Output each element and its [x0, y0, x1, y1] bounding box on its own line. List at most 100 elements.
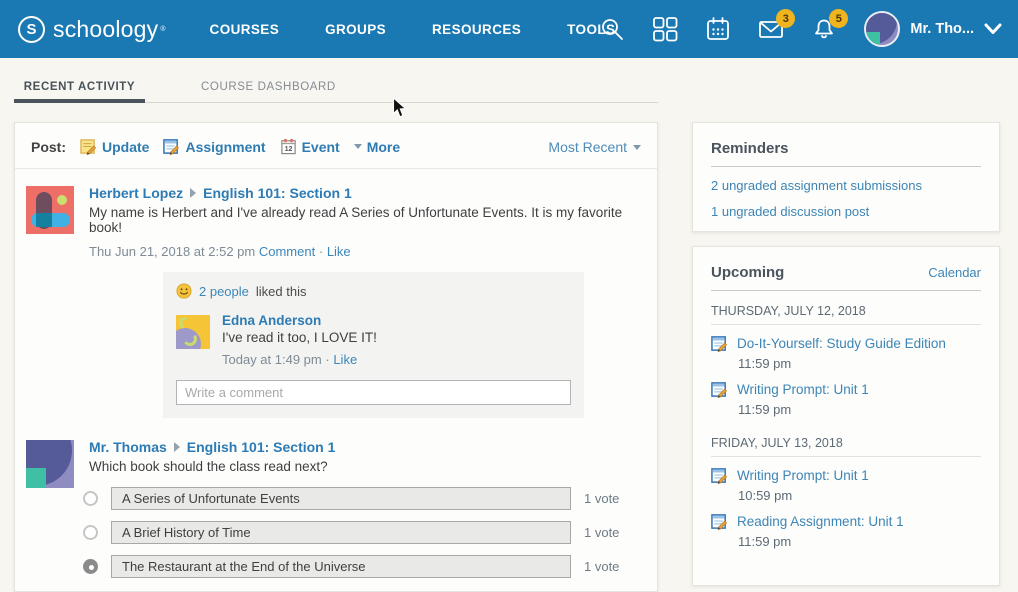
schoology-s-icon: S — [18, 16, 45, 43]
nav-item-courses[interactable]: COURSES — [210, 22, 280, 37]
write-comment-input[interactable] — [176, 380, 571, 405]
date-header: FRIDAY, JULY 13, 2018 — [711, 423, 981, 457]
poll-question: Which book should the class read next? — [89, 459, 641, 474]
post-label: Post: — [31, 139, 66, 155]
user-avatar — [864, 11, 900, 47]
post-composer: Post: Update Assignment — [15, 123, 657, 169]
top-navigation-bar: S schoology ® COURSES GROUPS RESOURCES T… — [0, 0, 1018, 58]
avatar-mr-thomas[interactable] — [26, 440, 74, 488]
reminders-title: Reminders — [711, 140, 789, 157]
logo-registered-mark: ® — [160, 26, 165, 33]
poll-option-bar[interactable]: A Brief History of Time — [111, 521, 571, 544]
comment-timestamp: Today at 1:49 pm — [222, 352, 322, 367]
calendar-icon[interactable] — [705, 16, 731, 42]
schoology-logo[interactable]: S schoology ® — [18, 16, 166, 43]
liked-row: 2 people liked this — [176, 283, 571, 299]
ungraded-discussion-link[interactable]: 1 ungraded discussion post — [711, 204, 981, 219]
avatar-herbert-lopez[interactable] — [26, 186, 74, 234]
course-link[interactable]: English 101: Section 1 — [203, 185, 352, 201]
upcoming-assignment-link[interactable]: Writing Prompt: Unit 1 — [737, 382, 869, 397]
comment-meta: Today at 1:49 pm · Like — [222, 352, 571, 367]
tab-course-dashboard[interactable]: COURSE DASHBOARD — [173, 58, 364, 103]
post-update-label: Update — [102, 139, 149, 155]
upcoming-assignment-link[interactable]: Do-It-Yourself: Study Guide Edition — [737, 336, 946, 351]
upcoming-item: Writing Prompt: Unit 1 11:59 pm — [711, 381, 981, 417]
post-assignment-button[interactable]: Assignment — [163, 138, 265, 155]
poll-vote-count: 1 vote — [584, 491, 619, 506]
apps-grid-icon[interactable] — [652, 16, 678, 42]
sort-dropdown[interactable]: Most Recent — [548, 139, 641, 155]
sort-dropdown-icon — [633, 145, 641, 150]
tab-recent-activity[interactable]: RECENT ACTIVITY — [14, 58, 145, 103]
like-link[interactable]: Like — [327, 244, 351, 259]
assignment-icon — [163, 138, 180, 155]
activity-feed-card: Post: Update Assignment — [14, 122, 658, 592]
post-event-button[interactable]: 12 Event — [280, 138, 340, 155]
post-text: My name is Herbert and I've already read… — [89, 205, 641, 235]
smiley-icon — [176, 283, 192, 299]
feed-tab-bar: RECENT ACTIVITY COURSE DASHBOARD — [14, 58, 658, 103]
assignment-icon — [711, 513, 728, 530]
breadcrumb-arrow-icon — [174, 442, 180, 452]
poll-radio-button[interactable] — [83, 491, 98, 506]
messages-badge: 3 — [776, 9, 795, 28]
post-assignment-label: Assignment — [185, 139, 265, 155]
more-dropdown-icon — [354, 144, 362, 149]
post-mr-thomas-poll: Mr. Thomas English 101: Section 1 Which b… — [15, 418, 657, 578]
liked-count-link[interactable]: 2 people — [199, 284, 249, 299]
breadcrumb-arrow-icon — [190, 188, 196, 198]
dot-separator: · — [325, 352, 329, 367]
poll-option-row: A Series of Unfortunate Events 1 vote — [83, 487, 641, 510]
post-more-button[interactable]: More — [354, 139, 400, 155]
post-event-label: Event — [302, 139, 340, 155]
event-calendar-icon: 12 — [280, 138, 297, 155]
poll-radio-button[interactable] — [83, 559, 98, 574]
post-herbert-lopez: Herbert Lopez English 101: Section 1 My n… — [15, 169, 657, 418]
upcoming-title: Upcoming — [711, 264, 784, 281]
upcoming-assignment-link[interactable]: Writing Prompt: Unit 1 — [737, 468, 869, 483]
poll-radio-button[interactable] — [83, 525, 98, 540]
comment-link[interactable]: Comment — [259, 244, 315, 259]
sort-label: Most Recent — [548, 139, 627, 155]
upcoming-assignment-link[interactable]: Reading Assignment: Unit 1 — [737, 514, 904, 529]
upcoming-time: 11:59 pm — [738, 534, 981, 549]
update-note-icon — [80, 138, 97, 155]
upcoming-time: 10:59 pm — [738, 488, 981, 503]
notifications-bell-icon[interactable]: 5 — [811, 16, 837, 42]
upcoming-time: 11:59 pm — [738, 356, 981, 371]
nav-item-resources[interactable]: RESOURCES — [432, 22, 521, 37]
post-more-label: More — [367, 139, 400, 155]
notifications-badge: 5 — [829, 9, 848, 28]
calendar-link[interactable]: Calendar — [928, 265, 981, 280]
logo-text: schoology — [53, 16, 158, 43]
messages-icon[interactable]: 3 — [758, 16, 784, 42]
upcoming-panel: Upcoming Calendar THURSDAY, JULY 12, 201… — [692, 246, 1000, 586]
search-icon[interactable] — [599, 16, 625, 42]
post-byline: Mr. Thomas English 101: Section 1 — [89, 439, 641, 455]
comment-thread: 2 people liked this Edna Anderson I've r… — [163, 272, 584, 418]
author-link[interactable]: Herbert Lopez — [89, 185, 183, 201]
poll-vote-count: 1 vote — [584, 525, 619, 540]
chevron-down-icon — [984, 22, 1002, 36]
liked-text: liked this — [256, 284, 307, 299]
assignment-icon — [711, 467, 728, 484]
comment-author-link[interactable]: Edna Anderson — [222, 313, 571, 328]
post-timestamp: Thu Jun 21, 2018 at 2:52 pm — [89, 244, 255, 259]
svg-text:12: 12 — [284, 145, 292, 153]
course-link[interactable]: English 101: Section 1 — [187, 439, 336, 455]
nav-item-groups[interactable]: GROUPS — [325, 22, 386, 37]
post-update-button[interactable]: Update — [80, 138, 149, 155]
poll-vote-count: 1 vote — [584, 559, 619, 574]
author-link[interactable]: Mr. Thomas — [89, 439, 167, 455]
comment-edna: Edna Anderson I've read it too, I LOVE I… — [176, 313, 571, 367]
poll-option-bar[interactable]: A Series of Unfortunate Events — [111, 487, 571, 510]
ungraded-assignments-link[interactable]: 2 ungraded assignment submissions — [711, 178, 981, 193]
poll-option-row: The Restaurant at the End of the Univers… — [83, 555, 641, 578]
avatar-edna-anderson[interactable] — [176, 315, 210, 349]
account-menu[interactable]: Mr. Tho... — [864, 11, 1002, 47]
reminders-panel: Reminders 2 ungraded assignment submissi… — [692, 122, 1000, 232]
post-byline: Herbert Lopez English 101: Section 1 — [89, 185, 641, 201]
upcoming-item: Do-It-Yourself: Study Guide Edition 11:5… — [711, 335, 981, 371]
poll-option-bar[interactable]: The Restaurant at the End of the Univers… — [111, 555, 571, 578]
comment-like-link[interactable]: Like — [333, 352, 357, 367]
